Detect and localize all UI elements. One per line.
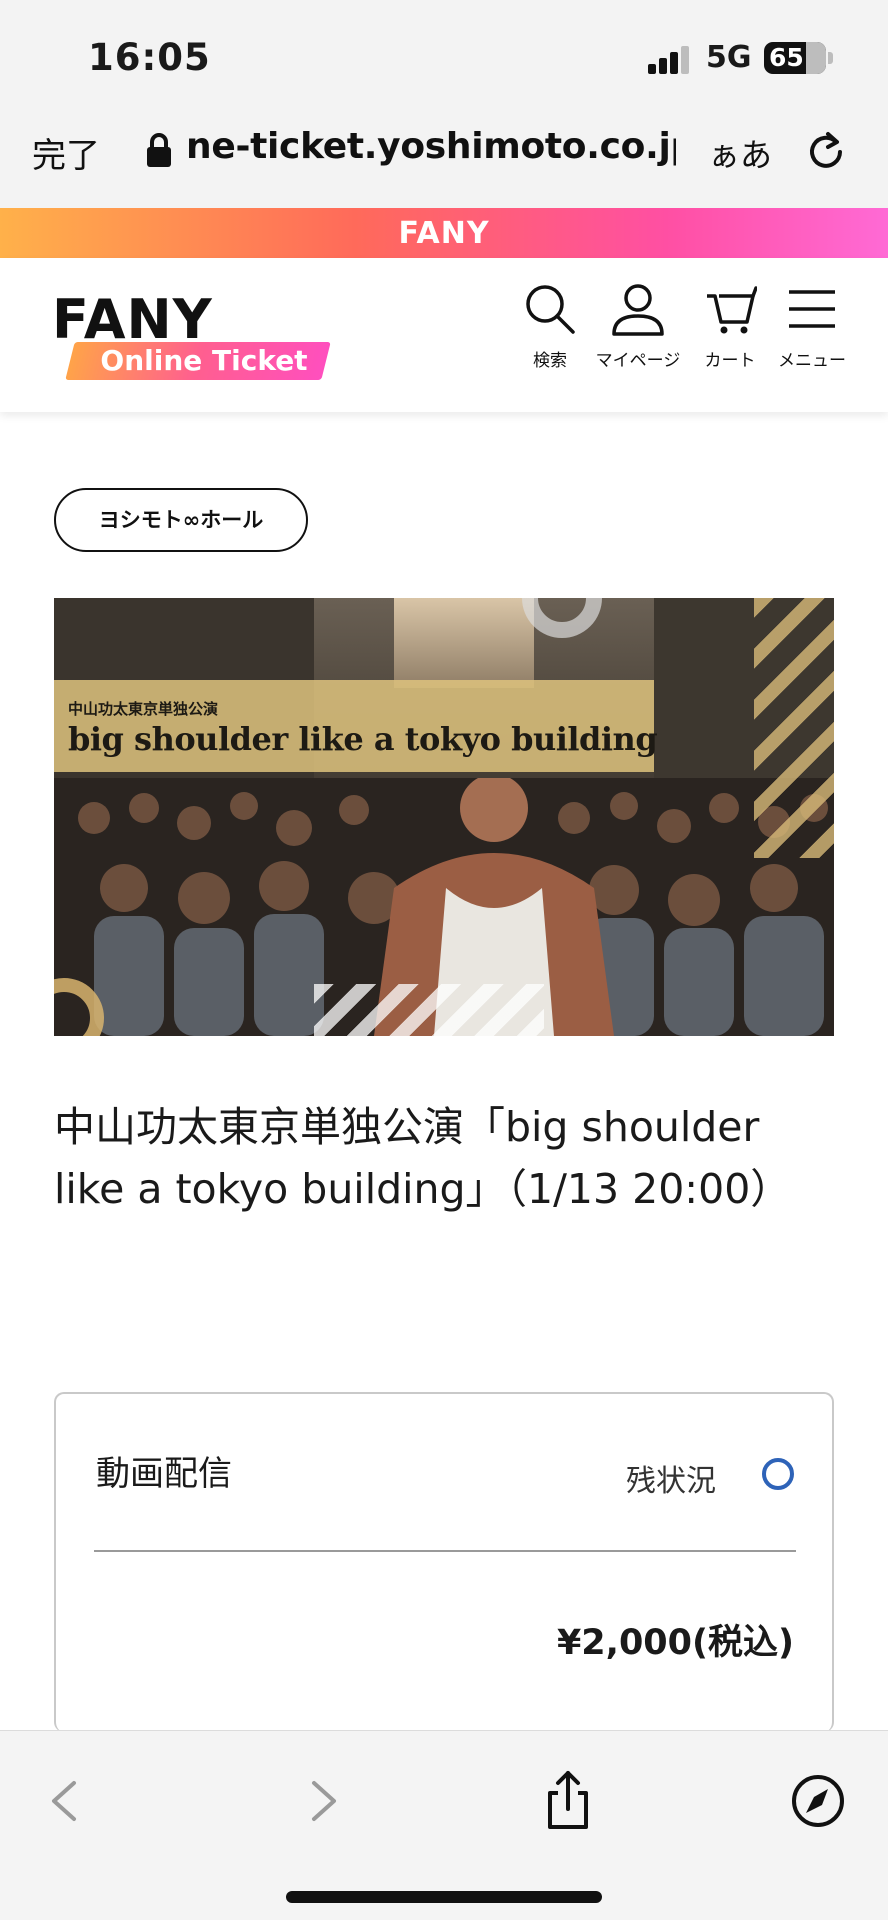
share-icon[interactable] xyxy=(536,1769,600,1833)
ticket-type-label: 動画配信 xyxy=(96,1454,232,1494)
cart-icon xyxy=(707,286,757,334)
network-type: 5G xyxy=(706,40,752,75)
ticket-card[interactable]: 動画配信 残状況 ¥2,000(税込) xyxy=(54,1392,834,1732)
site-header: FANY Online Ticket 検索 マイページ カート メニュー xyxy=(0,258,888,412)
back-icon[interactable] xyxy=(34,1769,98,1833)
compass-icon[interactable] xyxy=(786,1769,850,1833)
home-indicator xyxy=(286,1891,602,1903)
venue-tag[interactable]: ヨシモト∞ホール xyxy=(54,488,308,552)
battery-cap xyxy=(828,52,833,64)
nav-menu[interactable]: メニュー xyxy=(764,282,860,371)
status-time: 16:05 xyxy=(88,36,211,79)
availability-label: 残状況 xyxy=(626,1464,716,1499)
status-bar: 16:05 5G 65 xyxy=(0,0,888,100)
banner-subtitle: 中山功太東京単独公演 xyxy=(68,700,219,718)
forward-icon[interactable] xyxy=(290,1769,354,1833)
event-title: 中山功太東京単独公演「big shoulder like a tokyo bui… xyxy=(54,1103,792,1213)
ticket-price: ¥2,000(税込) xyxy=(556,1623,794,1663)
signal-icon xyxy=(648,46,692,74)
lock-icon xyxy=(147,133,171,167)
nav-search-label: 検索 xyxy=(533,351,567,371)
user-icon xyxy=(612,284,664,336)
brand-strip: FANY xyxy=(0,208,888,258)
reload-icon[interactable] xyxy=(806,130,846,170)
menu-icon xyxy=(789,290,835,328)
url-field[interactable]: ne-ticket.yoshimoto.co.jp xyxy=(186,126,676,167)
search-icon xyxy=(526,285,575,334)
banner-deco-stripes xyxy=(754,598,834,858)
browser-bottom-toolbar xyxy=(0,1730,888,1920)
event-banner-image: 中山功太東京単独公演 big shoulder like a tokyo bui… xyxy=(54,598,834,1036)
battery-level: 65 xyxy=(769,43,804,72)
browser-url-bar: 完了 ne-ticket.yoshimoto.co.jp ぁあ xyxy=(0,100,888,208)
nav-mypage[interactable]: マイページ xyxy=(590,282,686,371)
done-button[interactable]: 完了 xyxy=(32,128,100,177)
banner-title: big shoulder like a tokyo building xyxy=(68,720,658,758)
availability-circle-icon xyxy=(762,1458,794,1490)
banner-deco-stripes-bottom xyxy=(314,984,544,1036)
nav-menu-label: メニュー xyxy=(778,351,846,371)
battery-icon: 65 xyxy=(764,42,826,74)
banner-sky xyxy=(394,598,534,688)
text-size-button[interactable]: ぁあ xyxy=(708,130,772,176)
logo-online-text: Online Ticket xyxy=(100,344,308,377)
banner-deco-ring xyxy=(522,598,602,638)
nav-mypage-label: マイページ xyxy=(595,351,681,371)
ticket-divider xyxy=(94,1550,796,1552)
brand-strip-logo: FANY xyxy=(398,216,490,251)
nav-search[interactable]: 検索 xyxy=(502,282,598,371)
